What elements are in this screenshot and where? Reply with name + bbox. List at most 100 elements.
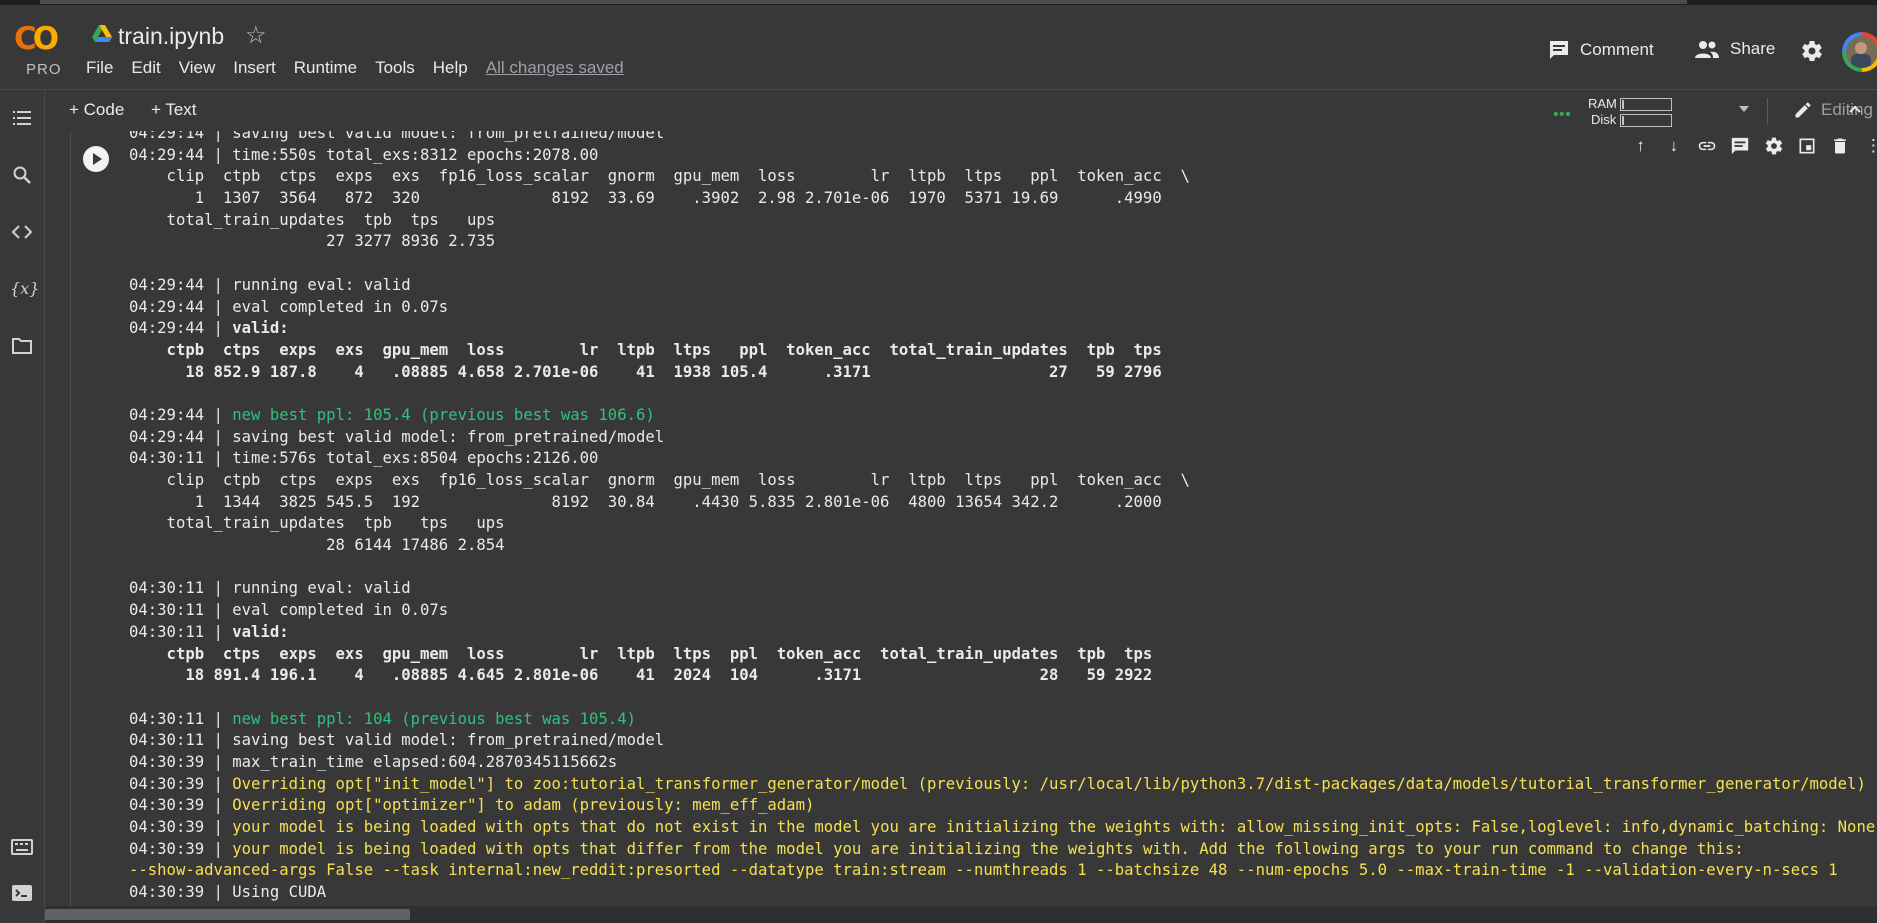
output-line: 04:30:39 | Overriding opt["init_model"] … (129, 774, 1875, 796)
output-line-text: 18 891.4 196.1 4 .08885 4.645 2.801e-06 … (129, 666, 1153, 685)
notebook-toolbar: + Code + Text • • • RAM Disk Editing (45, 90, 1877, 132)
output-line-text: ctpb ctps exps exs gpu_mem loss lr ltpb … (129, 644, 1153, 663)
code-snippets-icon[interactable] (10, 220, 34, 244)
menu-insert[interactable]: Insert (233, 58, 276, 78)
output-line-text: 04:30:39 | (129, 818, 233, 836)
terminal-icon[interactable] (10, 881, 34, 905)
files-icon[interactable] (10, 334, 34, 358)
output-line: 04:29:14 | saving best valid model: from… (129, 131, 1875, 145)
output-line: 18 891.4 196.1 4 .08885 4.645 2.801e-06 … (129, 665, 1875, 687)
output-line: 18 852.9 187.8 4 .08885 4.658 2.701e-06 … (129, 362, 1875, 384)
logo-text: CO (14, 21, 59, 57)
comment-button[interactable]: Comment (1548, 39, 1654, 61)
output-line-text: 1 1344 3825 545.5 192 8192 30.84 .4430 5… (129, 492, 1162, 511)
comment-label: Comment (1580, 40, 1654, 59)
output-line-text: total_train_updates tpb tps ups (129, 514, 505, 533)
menu-bar: File Edit View Insert Runtime Tools Help… (86, 58, 642, 78)
menu-edit[interactable]: Edit (131, 58, 160, 78)
variables-icon[interactable]: {x} (10, 277, 39, 301)
settings-icon[interactable] (1760, 132, 1787, 160)
star-icon[interactable]: ☆ (245, 21, 267, 50)
menu-file[interactable]: File (86, 58, 113, 78)
disk-usage-bar (1620, 114, 1672, 127)
ram-usage-fill (1622, 100, 1625, 109)
output-line: clip ctpb ctps exps exs fp16_loss_scalar… (129, 166, 1875, 188)
table-of-contents-icon[interactable] (10, 106, 34, 130)
toolbar-divider (1767, 98, 1768, 124)
google-drive-icon[interactable] (92, 25, 112, 43)
add-text-button[interactable]: + Text (151, 100, 197, 120)
chevron-down-icon[interactable] (1739, 106, 1749, 112)
output-line: 04:30:11 | new best ppl: 104 (previous b… (129, 709, 1875, 731)
run-cell-button[interactable] (83, 146, 109, 172)
cell-gutter-line (70, 131, 71, 906)
output-line: 04:30:11 | valid: (129, 622, 1875, 644)
output-line: 04:30:39 | max_train_time elapsed:604.28… (129, 752, 1875, 774)
menu-help[interactable]: Help (433, 58, 468, 78)
output-line-text: 04:30:39 | max_train_time elapsed:604.28… (129, 752, 618, 771)
output-line-text: clip ctpb ctps exps exs fp16_loss_scalar… (129, 471, 1190, 489)
user-avatar[interactable] (1842, 32, 1877, 72)
move-up-icon[interactable]: ↑ (1627, 132, 1654, 160)
output-line-text: 04:29:44 | eval completed in 0.07s (129, 297, 449, 316)
output-line: 04:29:44 | eval completed in 0.07s (129, 297, 1875, 319)
add-code-button[interactable]: + Code (69, 100, 124, 120)
output-line-text: 04:30:11 | eval completed in 0.07s (129, 601, 449, 620)
share-people-icon (1695, 41, 1719, 58)
notebook-title[interactable]: train.ipynb (118, 23, 224, 50)
scrollbar-thumb[interactable] (45, 909, 410, 920)
colab-logo[interactable]: CO PRO (14, 21, 70, 79)
search-icon[interactable] (10, 163, 34, 187)
settings-gear-icon[interactable] (1800, 39, 1824, 63)
move-down-icon[interactable]: ↓ (1660, 132, 1687, 160)
output-line-highlight: Overriding opt["optimizer"] to adam (pre… (232, 796, 815, 815)
more-icon[interactable]: ⋮ (1860, 132, 1877, 160)
output-line: 04:29:44 | new best ppl: 105.4 (previous… (129, 405, 1875, 427)
output-line: total_train_updates tpb tps ups (129, 210, 1875, 232)
command-palette-icon[interactable] (10, 835, 34, 859)
output-line: 04:29:44 | time:550s total_exs:8312 epoc… (129, 145, 1875, 167)
chevron-up-icon[interactable] (1848, 102, 1862, 116)
output-line-text: 04:29:14 | saving best valid model: from… (129, 131, 665, 142)
mirror-cell-icon[interactable] (1793, 132, 1820, 160)
output-line: 28 6144 17486 2.854 (129, 535, 1875, 557)
link-icon[interactable] (1694, 132, 1721, 160)
horizontal-scrollbar[interactable] (45, 906, 1877, 923)
output-line: 04:29:44 | saving best valid model: from… (129, 427, 1875, 449)
output-line-text: 1 1307 3564 872 320 8192 33.69 .3902 2.9… (129, 189, 1162, 208)
output-line-text: ctpb ctps exps exs gpu_mem loss lr ltpb … (129, 340, 1162, 359)
save-status-link[interactable]: All changes saved (486, 58, 624, 78)
comment-icon[interactable] (1727, 132, 1754, 160)
output-line: total_train_updates tpb tps ups (129, 513, 1875, 535)
output-line-text: 04:29:44 | time:550s total_exs:8312 epoc… (129, 145, 599, 164)
menu-runtime[interactable]: Runtime (294, 58, 357, 78)
pencil-icon (1795, 102, 1811, 118)
output-line: 1 1307 3564 872 320 8192 33.69 .3902 2.9… (129, 188, 1875, 210)
output-line: 04:30:39 | your model is being loaded wi… (129, 817, 1875, 839)
resource-monitor[interactable]: • • • RAM Disk (1553, 94, 1753, 128)
share-button[interactable]: Share (1694, 39, 1775, 59)
output-line-text: 04:30:11 | (129, 709, 233, 728)
output-line-text: 27 3277 8936 2.735 (129, 232, 496, 251)
output-line-text: 04:30:11 | time:576s total_exs:8504 epoc… (129, 449, 599, 468)
output-line: 04:29:44 | running eval: valid (129, 275, 1875, 297)
ram-label: RAM (1588, 96, 1617, 111)
disk-label: Disk (1591, 112, 1617, 127)
cell-toolbar: ↑ ↓ ⋮ (1619, 131, 1877, 161)
output-line-text: 04:30:11 | running eval: valid (129, 579, 411, 598)
menu-view[interactable]: View (179, 58, 216, 78)
output-line-text: 04:29:44 | saving best valid model: from… (129, 427, 665, 446)
left-sidebar: {x} (0, 90, 45, 923)
output-line-text: total_train_updates tpb tps ups (129, 210, 496, 229)
output-line-text: 04:29:44 | (129, 405, 233, 424)
output-line-text: 28 6144 17486 2.854 (129, 536, 505, 555)
logo-pro-label: PRO (26, 61, 62, 78)
output-line-highlight: new best ppl: 105.4 (previous best was 1… (232, 405, 655, 424)
menu-tools[interactable]: Tools (375, 58, 415, 78)
delete-icon[interactable] (1827, 132, 1854, 160)
notebook-content[interactable]: 04:29:14 | saving best valid model: from… (45, 131, 1877, 906)
editing-label: Editing (1821, 100, 1873, 119)
output-line: clip ctpb ctps exps exs fp16_loss_scalar… (129, 470, 1875, 492)
